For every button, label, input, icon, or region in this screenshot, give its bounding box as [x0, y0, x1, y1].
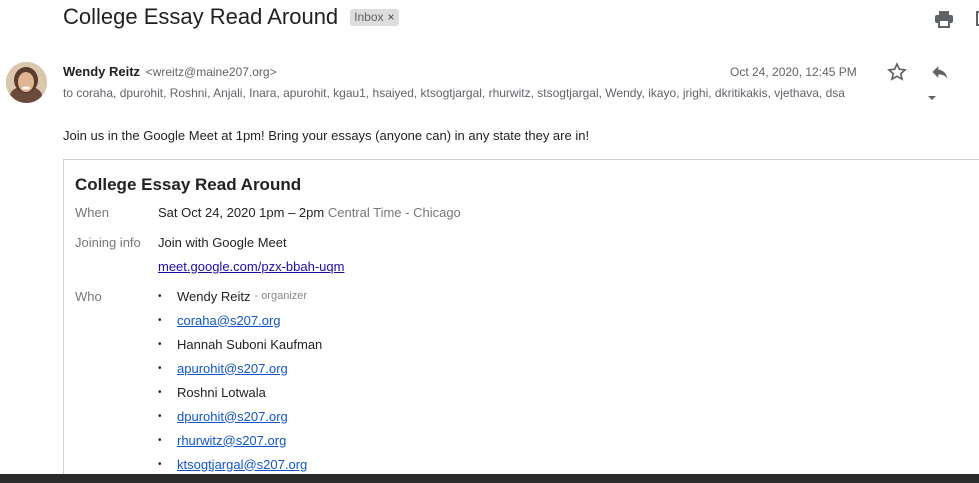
who-label: Who [75, 289, 102, 304]
list-item: • dpurohit@s207.org [158, 408, 288, 424]
list-item: • ktsogtjargal@s207.org [158, 456, 308, 472]
list-item: • Wendy Reitz - organizer [158, 288, 308, 304]
joining-info-label: Joining info [75, 235, 141, 250]
list-item: • apurohit@s207.org [158, 360, 288, 376]
guest-name: Hannah Suboni Kaufman [177, 336, 323, 352]
new-window-icon[interactable] [970, 9, 979, 29]
list-item: • rhurwitz@s207.org [158, 432, 287, 448]
guest-list: • Wendy Reitz - organizer • coraha@s207.… [158, 284, 322, 476]
sender-line: Wendy Reitz <wreitz@maine207.org> [63, 64, 277, 79]
guest-email-link[interactable]: apurohit@s207.org [177, 361, 288, 376]
guest-email-link[interactable]: dpurohit@s207.org [177, 409, 288, 424]
calendar-invite-card: College Essay Read Around When Sat Oct 2… [63, 159, 979, 483]
remove-label-icon[interactable]: × [388, 10, 395, 24]
avatar [6, 62, 47, 103]
organizer-tag: - organizer [254, 290, 308, 302]
recipients-list: to coraha, dpurohit, Roshni, Anjali, Ina… [63, 86, 845, 100]
label-text: Inbox [354, 9, 384, 24]
print-icon[interactable] [933, 9, 955, 29]
event-time: Sat Oct 24, 2020 1pm – 2pm [158, 205, 325, 220]
email-body: Join us in the Google Meet at 1pm! Bring… [63, 128, 590, 143]
star-icon[interactable] [886, 62, 908, 82]
reply-icon[interactable] [929, 62, 951, 82]
meet-link[interactable]: meet.google.com/pzx-bbah-uqm [158, 259, 344, 274]
subject-row: College Essay Read Around Inbox × [63, 4, 399, 30]
invite-title: College Essay Read Around [75, 175, 302, 194]
list-item: • Hannah Suboni Kaufman [158, 336, 323, 352]
guest-email-link[interactable]: ktsogtjargal@s207.org [177, 457, 307, 472]
email-view: College Essay Read Around Inbox × Wendy … [0, 0, 979, 483]
when-value: Sat Oct 24, 2020 1pm – 2pm Central Time … [158, 205, 461, 220]
guest-name: Wendy Reitz [177, 288, 251, 304]
guest-name: Roshni Lotwala [177, 384, 266, 400]
guest-email-link[interactable]: rhurwitz@s207.org [177, 433, 286, 448]
join-text: Join with Google Meet [158, 235, 287, 250]
list-item: • coraha@s207.org [158, 312, 281, 328]
when-label: When [75, 205, 109, 220]
guest-email-link[interactable]: coraha@s207.org [177, 313, 281, 328]
sender-email: <wreitz@maine207.org> [145, 65, 277, 79]
email-date: Oct 24, 2020, 12:45 PM [730, 65, 857, 79]
sender-name[interactable]: Wendy Reitz [63, 64, 140, 79]
taskbar [0, 474, 979, 483]
chevron-down-icon[interactable] [921, 88, 943, 108]
list-item: • Roshni Lotwala [158, 384, 266, 400]
event-timezone: Central Time - Chicago [327, 205, 461, 220]
inbox-label-chip[interactable]: Inbox × [350, 8, 399, 26]
email-subject: College Essay Read Around [63, 4, 339, 29]
